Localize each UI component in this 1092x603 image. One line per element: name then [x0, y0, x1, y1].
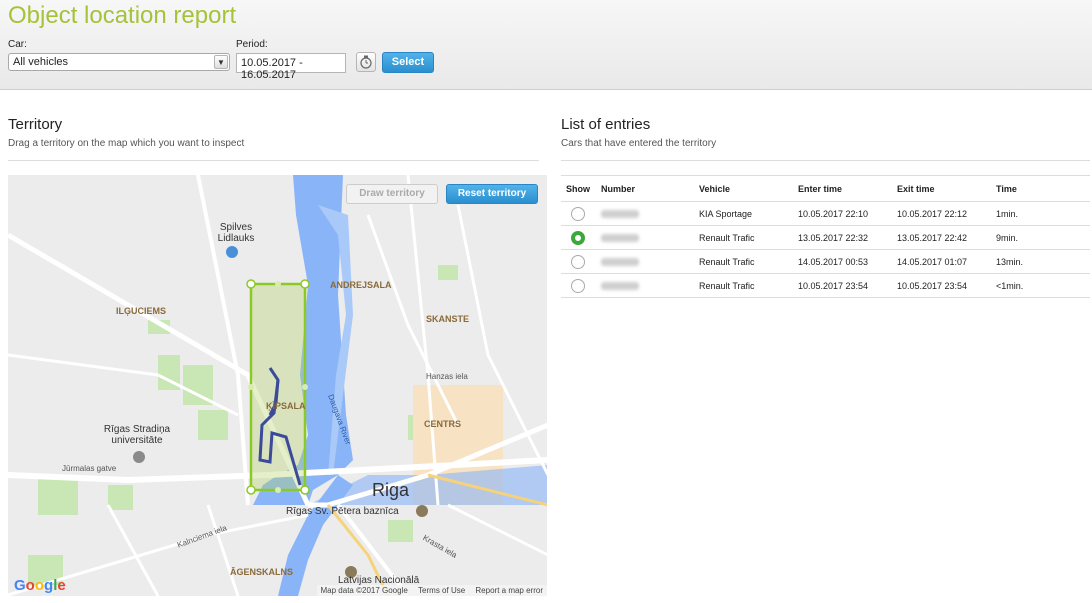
duration-cell: 9min.: [991, 225, 1090, 250]
show-radio[interactable]: [571, 278, 585, 293]
map-label-hanzas: Hanzas iela: [426, 372, 468, 381]
show-radio[interactable]: [571, 230, 585, 245]
map-label-ilguciems: ILĢUCIEMS: [116, 306, 167, 316]
col-time: Time: [991, 175, 1090, 202]
google-logo: Google: [14, 577, 66, 594]
territory-divider: [8, 160, 539, 161]
vehicle-cell: KIA Sportage: [694, 201, 793, 226]
table-row[interactable]: KIA Sportage 10.05.2017 22:10 10.05.2017…: [561, 201, 1090, 226]
exit-time-cell: 13.05.2017 22:42: [892, 225, 991, 250]
vehicle-cell: Renault Trafic: [694, 249, 793, 274]
show-radio[interactable]: [571, 206, 585, 221]
entries-title: List of entries: [561, 116, 651, 133]
enter-time-cell: 14.05.2017 00:53: [793, 249, 892, 274]
duration-cell: <1min.: [991, 273, 1090, 298]
terms-of-use-link[interactable]: Terms of Use: [418, 586, 465, 595]
table-header-row: Show Number Vehicle Enter time Exit time…: [561, 175, 1090, 202]
enter-time-cell: 10.05.2017 22:10: [793, 201, 892, 226]
report-header: Object location report Car: All vehicles…: [0, 0, 1092, 90]
col-enter-time: Enter time: [793, 175, 892, 202]
plate-number-redacted: [601, 234, 639, 243]
col-exit-time: Exit time: [892, 175, 991, 202]
map-label-jurmalas: Jūrmalas gatve: [62, 464, 117, 473]
chevron-down-icon[interactable]: ▼: [214, 55, 228, 69]
map-label-skanste: SKANSTE: [426, 314, 470, 324]
car-select[interactable]: All vehicles ▼: [8, 53, 230, 71]
period-label: Period:: [236, 39, 268, 50]
map-label-spilves: Spilves Lidlauks: [217, 222, 255, 244]
select-button[interactable]: Select: [382, 52, 434, 73]
duration-cell: 13min.: [991, 249, 1090, 274]
map-label-centrs: CENTRS: [424, 419, 462, 429]
exit-time-cell: 14.05.2017 01:07: [892, 249, 991, 274]
entries-table: Show Number Vehicle Enter time Exit time…: [561, 175, 1090, 298]
vehicle-cell: Renault Trafic: [694, 225, 793, 250]
table-row[interactable]: Renault Trafic 14.05.2017 00:53 14.05.20…: [561, 249, 1090, 274]
map-label-kipsala: ĶĪPSALA: [266, 401, 306, 411]
table-row[interactable]: Renault Trafic 13.05.2017 22:32 13.05.20…: [561, 225, 1090, 250]
plate-number-redacted: [601, 282, 639, 291]
map-label-stradina: Rīgas Stradiņa universitāte: [103, 424, 171, 446]
plate-number-redacted: [601, 210, 639, 219]
plate-number-redacted: [601, 258, 639, 267]
page-title: Object location report: [8, 2, 237, 29]
map-canvas: [8, 175, 547, 596]
car-label: Car:: [8, 39, 27, 50]
col-number: Number: [596, 175, 694, 202]
map-label-agenskalns: ĀGENSKALNS: [230, 567, 294, 577]
map-label-andrejsala: ANDREJSALA: [330, 280, 392, 290]
calendar-button[interactable]: [356, 52, 376, 72]
territory-map[interactable]: Spilves Lidlauks ANDREJSALA SKANSTE ILĢU…: [8, 175, 547, 596]
exit-time-cell: 10.05.2017 22:12: [892, 201, 991, 226]
vehicle-cell: Renault Trafic: [694, 273, 793, 298]
entries-subtitle: Cars that have entered the territory: [561, 138, 717, 149]
enter-time-cell: 13.05.2017 22:32: [793, 225, 892, 250]
reset-territory-button[interactable]: Reset territory: [446, 184, 538, 204]
col-show: Show: [561, 175, 596, 202]
map-attribution: Map data ©2017 Google Terms of Use Repor…: [316, 585, 547, 596]
col-vehicle: Vehicle: [694, 175, 793, 202]
territory-title: Territory: [8, 116, 63, 133]
entries-divider: [561, 160, 1090, 161]
show-radio[interactable]: [571, 254, 585, 269]
period-field[interactable]: 10.05.2017 - 16.05.2017: [236, 53, 346, 81]
exit-time-cell: 10.05.2017 23:54: [892, 273, 991, 298]
duration-cell: 1min.: [991, 201, 1090, 226]
car-select-value: All vehicles: [13, 56, 69, 68]
territory-subtitle: Drag a territory on the map which you wa…: [8, 138, 245, 149]
draw-territory-button[interactable]: Draw territory: [346, 184, 438, 204]
table-row[interactable]: Renault Trafic 10.05.2017 23:54 10.05.20…: [561, 273, 1090, 298]
map-label-riga: Riga: [372, 480, 410, 500]
map-label-peter-church: Rīgas Sv. Pētera baznīca: [286, 506, 399, 517]
report-map-error-link[interactable]: Report a map error: [475, 586, 543, 595]
map-data-text: Map data ©2017 Google: [320, 586, 408, 595]
clock-icon: [360, 55, 372, 69]
enter-time-cell: 10.05.2017 23:54: [793, 273, 892, 298]
